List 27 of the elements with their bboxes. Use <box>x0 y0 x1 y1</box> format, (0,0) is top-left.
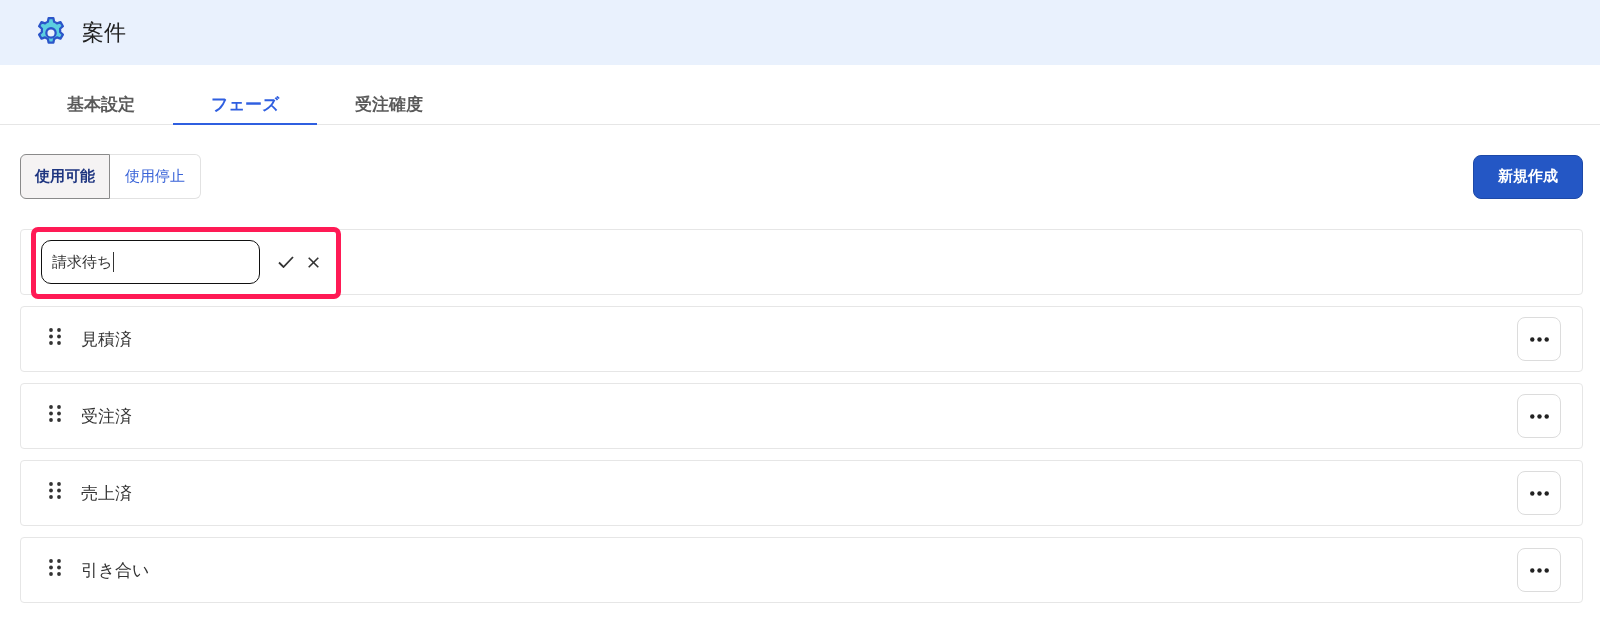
phase-name: 売上済 <box>81 481 133 505</box>
phase-name: 引き合い <box>81 558 150 582</box>
phase-name: 見積済 <box>81 327 133 351</box>
tab[interactable]: 基本設定 <box>29 85 173 125</box>
drag-handle-icon[interactable] <box>49 481 61 499</box>
phase-name-input[interactable]: 請求待ち <box>41 240 260 284</box>
filter-toggle[interactable]: 使用停止 <box>110 154 201 199</box>
drag-handle-icon[interactable] <box>49 558 61 576</box>
ellipsis-icon <box>1529 413 1549 419</box>
filter-toggle[interactable]: 使用可能 <box>20 154 110 199</box>
check-icon[interactable] <box>278 256 294 268</box>
more-button[interactable] <box>1517 317 1561 361</box>
drag-handle-icon[interactable] <box>49 404 61 422</box>
tab[interactable]: 受注確度 <box>317 85 461 125</box>
more-button[interactable] <box>1517 471 1561 515</box>
more-button[interactable] <box>1517 394 1561 438</box>
new-button[interactable]: 新規作成 <box>1473 154 1583 199</box>
drag-handle-icon[interactable] <box>49 327 61 345</box>
text-cursor-icon <box>113 252 114 272</box>
page-title: 案件 <box>82 18 126 47</box>
ellipsis-icon <box>1529 336 1549 342</box>
phase-name: 受注済 <box>81 404 133 428</box>
more-button[interactable] <box>1517 548 1561 592</box>
ellipsis-icon <box>1529 567 1549 573</box>
close-icon[interactable] <box>308 256 319 268</box>
ellipsis-icon <box>1529 490 1549 496</box>
tab[interactable]: フェーズ <box>173 85 317 125</box>
